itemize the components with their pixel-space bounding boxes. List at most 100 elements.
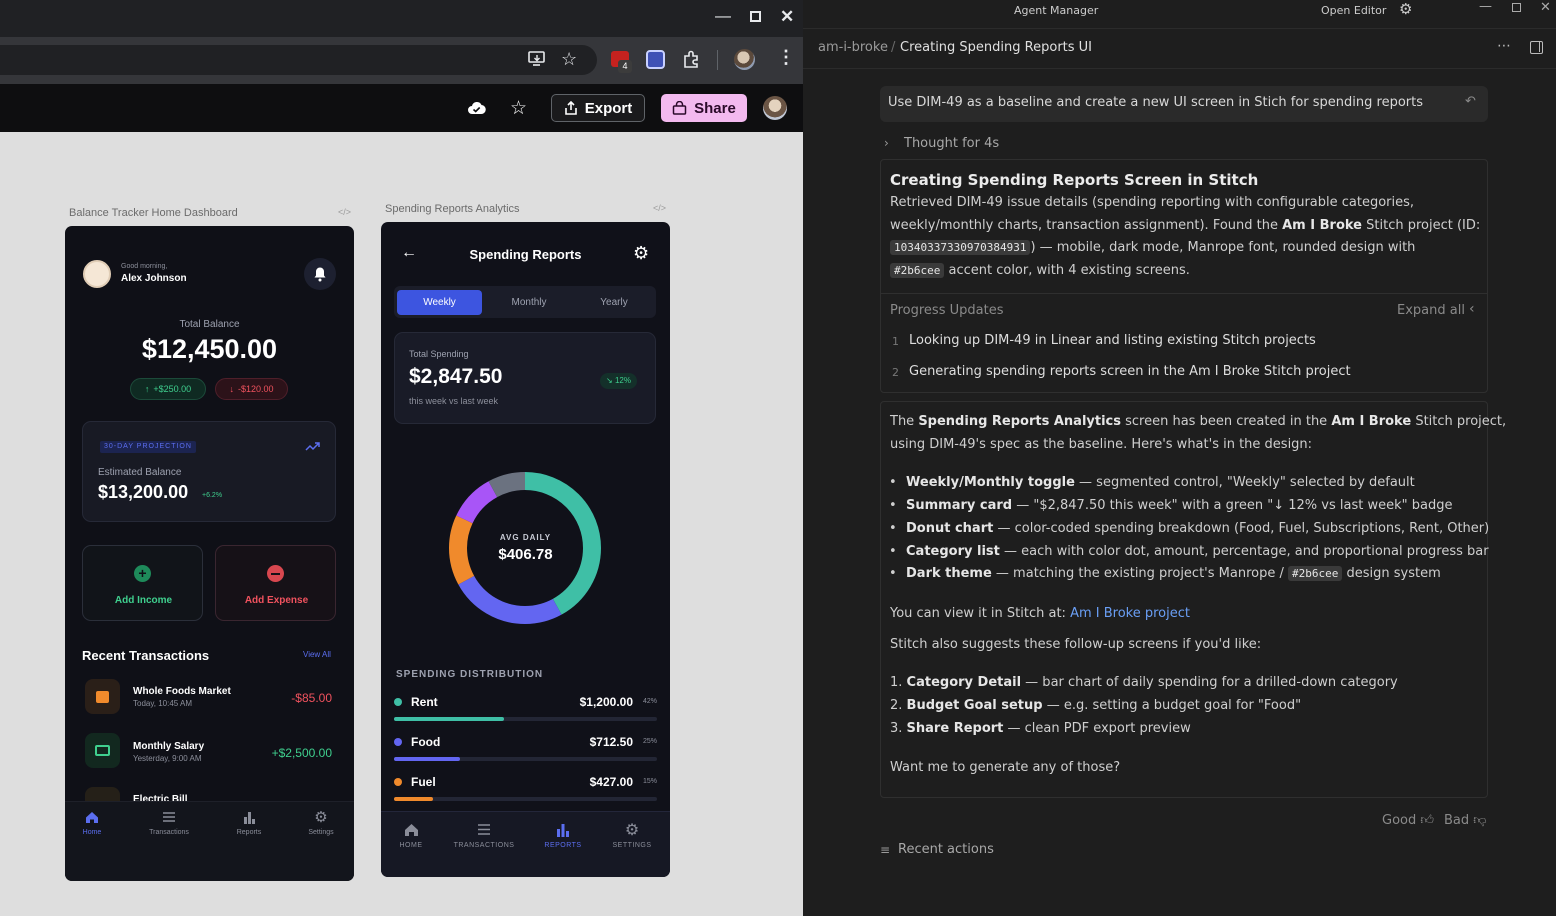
profile-avatar[interactable] [734, 49, 755, 70]
nav-transactions[interactable]: TRANSACTIONS [449, 823, 519, 849]
chevron-left-icon[interactable]: ‹ [1469, 301, 1475, 317]
maximize-icon[interactable] [1512, 3, 1521, 12]
cloud-saved-icon[interactable] [467, 99, 486, 117]
category-progress-fill [394, 757, 460, 761]
list-icon [163, 812, 175, 822]
bullet-title: Donut chart [906, 521, 994, 536]
more-menu-icon[interactable]: ⋮ [777, 47, 795, 68]
thumbs-up-icon: 👍︎ [1420, 813, 1434, 828]
category-dot [394, 738, 402, 746]
nav-home[interactable]: HOME [391, 823, 431, 849]
user-avatar [83, 260, 111, 288]
add-income-button[interactable]: + Add Income [82, 545, 203, 621]
frame-code-icon[interactable]: </> [338, 207, 351, 217]
close-icon[interactable]: ✕ [1540, 0, 1551, 15]
password-manager-icon[interactable] [646, 50, 665, 69]
stitch-project-link[interactable]: Am I Broke project [1070, 606, 1190, 621]
frame-code-icon[interactable]: </> [653, 203, 666, 213]
close-icon[interactable]: ✕ [780, 7, 794, 27]
transaction-amount: -$85.00 [291, 691, 332, 705]
divider [881, 293, 1487, 294]
bookmark-star-icon[interactable]: ☆ [561, 49, 577, 70]
summary-card: Total Spending $2,847.50 this week vs la… [394, 332, 656, 424]
toggle-panel-icon[interactable] [1530, 41, 1543, 54]
nav-reports[interactable]: Reports [229, 811, 269, 836]
step-text[interactable]: Looking up DIM-49 in Linear and listing … [909, 333, 1316, 348]
settings-gear-icon[interactable]: ⚙ [1399, 0, 1412, 18]
estimated-balance-value: $13,200.00 [98, 482, 189, 502]
task-desc-text: weekly/monthly charts, transaction assig… [890, 218, 1283, 233]
address-bar[interactable] [0, 45, 597, 75]
frame-label-home[interactable]: Balance Tracker Home Dashboard [69, 207, 238, 219]
bad-label: Bad [1444, 813, 1470, 828]
bullet-title: Summary card [906, 498, 1013, 513]
projection-card[interactable]: 30-DAY PROJECTION Estimated Balance $13,… [82, 421, 336, 522]
share-button[interactable]: Share [661, 94, 747, 122]
maximize-icon[interactable] [750, 11, 761, 22]
bullet-item: Donut chart — color-coded spending break… [889, 521, 1489, 536]
good-feedback-button[interactable]: Good 👍︎ [1382, 813, 1434, 828]
undo-icon[interactable]: ↶ [1465, 94, 1476, 109]
transaction-row[interactable]: Whole Foods Market Today, 10:45 AM -$85.… [65, 674, 354, 719]
total-balance-label: Total Balance [179, 319, 240, 330]
category-row-rent[interactable]: Rent $1,200.00 42% [394, 692, 657, 724]
chevron-right-icon[interactable]: › [884, 136, 889, 150]
category-row-fuel[interactable]: Fuel $427.00 15% [394, 772, 657, 804]
view-all-link[interactable]: View All [303, 650, 331, 659]
more-options-icon[interactable]: ⋯ [1497, 38, 1512, 54]
task-desc-line: 10340337330970384931) — mobile, dark mod… [890, 240, 1415, 255]
browser-window: — ✕ ☆ 4 ⋮ ☆ Export Share Balance Tracker… [0, 0, 803, 916]
expense-pill: ↓ -$120.00 [215, 378, 288, 400]
nav-transactions-label: TRANSACTIONS [453, 842, 515, 849]
income-pill: ↑ +$250.00 [130, 378, 206, 400]
nav-settings[interactable]: ⚙ SETTINGS [607, 823, 657, 850]
add-expense-button[interactable]: Add Expense [215, 545, 336, 621]
bottom-nav: HOME TRANSACTIONS REPORTS ⚙ SETTINGS [381, 811, 670, 877]
nav-home[interactable]: Home [77, 811, 107, 836]
step-text[interactable]: Generating spending reports screen in th… [909, 364, 1351, 379]
extensions-puzzle-icon[interactable] [682, 50, 700, 68]
category-name: Fuel [411, 775, 436, 789]
frame-label-reports[interactable]: Spending Reports Analytics [385, 203, 520, 215]
notification-button[interactable] [304, 258, 336, 290]
settings-gear-icon[interactable]: ⚙ [633, 243, 649, 264]
transaction-name: Monthly Salary [133, 741, 205, 752]
recent-actions-toggle[interactable]: Recent actions [898, 842, 994, 857]
progress-updates-label: Progress Updates [890, 303, 1004, 318]
favorite-star-icon[interactable]: ☆ [510, 97, 527, 120]
minimize-icon[interactable]: — [715, 8, 731, 26]
total-spending-value: $2,847.50 [409, 365, 503, 388]
trend-down-icon: ↘ [606, 376, 615, 385]
transaction-row[interactable]: Monthly Salary Yesterday, 9:00 AM +$2,50… [65, 728, 354, 773]
export-label: Export [584, 99, 633, 117]
list-icon: ≡ [880, 843, 891, 857]
user-prompt-bubble: Use DIM-49 as a baseline and create a ne… [880, 86, 1488, 122]
thought-toggle[interactable]: Thought for 4s [904, 136, 999, 151]
minimize-icon[interactable]: — [1479, 0, 1492, 14]
nav-settings[interactable]: ⚙ Settings [301, 809, 341, 836]
breadcrumb-project[interactable]: am-i-broke [818, 40, 888, 55]
install-app-icon[interactable] [528, 51, 546, 67]
response-line: using DIM-49's spec as the baseline. Her… [890, 437, 1313, 452]
nav-settings-label: Settings [308, 829, 334, 836]
home-icon [404, 824, 418, 836]
open-editor-button[interactable]: Open Editor [1321, 4, 1386, 17]
tab-weekly[interactable]: Weekly [397, 290, 482, 315]
export-button[interactable]: Export [551, 94, 645, 122]
nav-reports[interactable]: REPORTS [538, 823, 588, 849]
category-row-food[interactable]: Food $712.50 25% [394, 732, 657, 764]
tab-monthly[interactable]: Monthly [489, 290, 569, 315]
user-avatar[interactable] [763, 96, 787, 120]
share-lock-icon [672, 101, 687, 115]
category-amount: $1,200.00 [579, 695, 633, 709]
nav-transactions[interactable]: Transactions [141, 811, 197, 836]
expand-all-button[interactable]: Expand all [1397, 303, 1465, 318]
transaction-row[interactable]: Electric Bill [65, 782, 354, 802]
bad-feedback-button[interactable]: Bad 👎︎ [1444, 813, 1486, 828]
nav-reports-label: Reports [236, 829, 262, 836]
arrow-down-icon: ↓ [229, 384, 234, 394]
tab-yearly[interactable]: Yearly [574, 290, 654, 315]
bullet-text: design system [1342, 566, 1441, 581]
avg-daily-value: $406.78 [498, 546, 553, 563]
gear-icon: ⚙ [314, 809, 328, 826]
